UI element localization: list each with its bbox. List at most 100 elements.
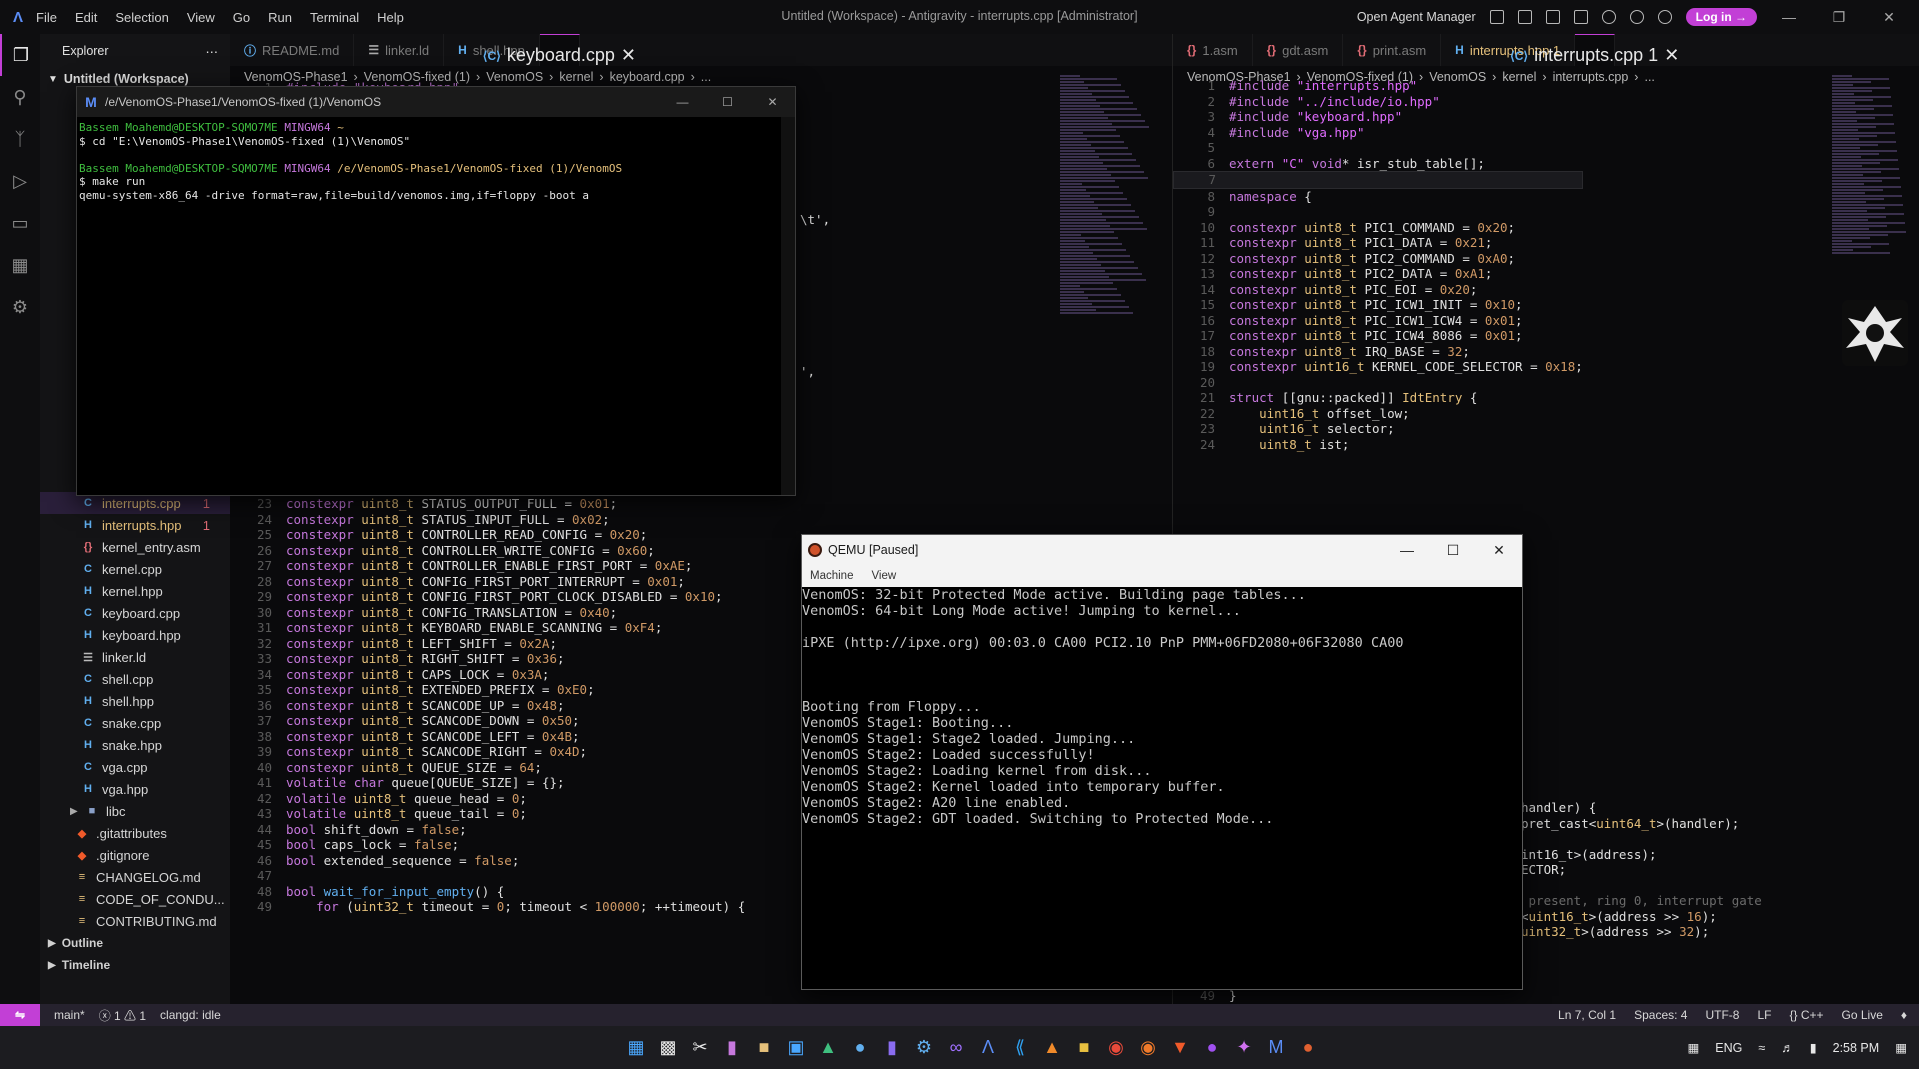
timeline-section[interactable]: ▶ Timeline <box>40 954 230 976</box>
search-view-icon[interactable]: ⚲ <box>0 76 40 118</box>
store-icon[interactable]: ▣ <box>780 1032 812 1064</box>
qemu-window[interactable]: QEMU [Paused] — ☐ ✕ Machine View VenomOS:… <box>801 534 1523 990</box>
more-actions-icon[interactable]: ⋯ <box>206 44 219 59</box>
file-item[interactable]: Hsnake.hpp <box>40 734 230 756</box>
indentation[interactable]: Spaces: 4 <box>1634 1008 1687 1022</box>
terminal-scrollbar[interactable] <box>781 117 795 495</box>
file-item[interactable]: ≡ CHANGELOG.md <box>40 866 230 888</box>
file-item[interactable]: Csnake.cpp <box>40 712 230 734</box>
file-item[interactable]: Ckernel.cpp <box>40 558 230 580</box>
close-icon[interactable]: ✕ <box>1664 45 1679 66</box>
qemu-icon[interactable]: ● <box>1292 1032 1324 1064</box>
editor-tab[interactable]: {} 1.asm <box>1173 34 1253 66</box>
menu-item-edit[interactable]: Edit <box>75 10 97 25</box>
minimize-icon[interactable]: — <box>660 95 705 109</box>
battery-icon[interactable]: ▮ <box>1810 1040 1817 1055</box>
file-item[interactable]: Hshell.hpp <box>40 690 230 712</box>
toggle-panel-icon[interactable] <box>1517 10 1532 24</box>
settings-gear-icon[interactable] <box>1629 10 1644 24</box>
widgets-icon[interactable]: ▩ <box>652 1032 684 1064</box>
search-icon[interactable] <box>1601 10 1616 24</box>
file-item[interactable]: ≡ CONTRIBUTING.md <box>40 910 230 932</box>
menu-item-terminal[interactable]: Terminal <box>310 10 359 25</box>
close-icon[interactable]: ✕ <box>621 45 636 66</box>
app-icon[interactable]: ⚙ <box>908 1032 940 1064</box>
editor-tab[interactable]: ⟨C⟩ interrupts.cpp 1 ✕ <box>1510 34 1679 66</box>
run-debug-icon[interactable]: ▷ <box>0 160 40 202</box>
file-item[interactable]: ◆ .gitattributes <box>40 822 230 844</box>
language-mode[interactable]: {} C++ <box>1789 1008 1823 1022</box>
close-icon[interactable]: ✕ <box>750 95 795 109</box>
antigravity-icon[interactable]: Λ <box>972 1032 1004 1064</box>
app-icon[interactable]: ■ <box>1068 1032 1100 1064</box>
firefox-icon[interactable]: ◉ <box>1132 1032 1164 1064</box>
clangd-status[interactable]: clangd: idle <box>160 1008 221 1022</box>
editor-tab[interactable]: ☰ linker.ld <box>354 34 445 66</box>
volume-icon[interactable]: ♬ <box>1781 1041 1794 1055</box>
editor-tab[interactable]: {} gdt.asm <box>1253 34 1344 66</box>
app-icon[interactable]: ✦ <box>1228 1032 1260 1064</box>
maximize-icon[interactable]: ☐ <box>705 95 750 109</box>
branch-status[interactable]: main* <box>54 1008 85 1022</box>
breadcrumb-item[interactable]: ... <box>701 70 711 84</box>
close-icon[interactable]: ✕ <box>1871 9 1907 26</box>
menu-item-file[interactable]: File <box>36 10 57 25</box>
outline-section[interactable]: ▶ Outline <box>40 932 230 954</box>
qemu-menu-view[interactable]: View <box>871 570 896 582</box>
file-item[interactable]: Hvga.hpp <box>40 778 230 800</box>
breadcrumb-item[interactable]: ... <box>1644 70 1654 84</box>
vscode-icon[interactable]: ⟪ <box>1004 1032 1036 1064</box>
app-icon[interactable]: ▲ <box>1036 1032 1068 1064</box>
toggle-secondary-sidebar-icon[interactable] <box>1545 10 1560 24</box>
file-explorer-icon[interactable]: ■ <box>748 1032 780 1064</box>
cursor-position[interactable]: Ln 7, Col 1 <box>1558 1008 1616 1022</box>
terminal-window[interactable]: M /e/VenomOS-Phase1/VenomOS-fixed (1)/Ve… <box>76 86 796 496</box>
mingw-icon[interactable]: M <box>1260 1032 1292 1064</box>
remote-indicator-icon[interactable]: ⇋ <box>0 1004 40 1026</box>
maximize-icon[interactable]: ☐ <box>1430 542 1476 559</box>
file-item[interactable]: Cvga.cpp <box>40 756 230 778</box>
notification-center-icon[interactable]: ▦ <box>1895 1040 1907 1055</box>
clock[interactable]: 2:58 PM <box>1833 1041 1880 1055</box>
start-icon[interactable]: ▦ <box>620 1032 652 1064</box>
menu-item-run[interactable]: Run <box>268 10 292 25</box>
visual-studio-icon[interactable]: ∞ <box>940 1032 972 1064</box>
qemu-screen[interactable]: VenomOS: 32-bit Protected Mode active. B… <box>802 587 1522 827</box>
file-item[interactable]: ≡ CODE_OF_CONDU... <box>40 888 230 910</box>
minimap[interactable] <box>1060 74 1160 384</box>
encoding[interactable]: UTF-8 <box>1705 1008 1739 1022</box>
account-icon[interactable] <box>1657 10 1672 24</box>
explorer-icon[interactable]: ❐ <box>0 34 40 76</box>
close-icon[interactable]: ✕ <box>1476 542 1522 559</box>
menu-item-go[interactable]: Go <box>233 10 250 25</box>
chrome-icon[interactable]: ◉ <box>1100 1032 1132 1064</box>
menu-item-selection[interactable]: Selection <box>115 10 168 25</box>
end-of-line[interactable]: LF <box>1757 1008 1771 1022</box>
problems-status[interactable]: ⓧ 1 ⚠ 1 <box>99 1007 146 1024</box>
breadcrumb-item[interactable]: keyboard.cpp <box>610 70 685 84</box>
wifi-icon[interactable]: ≈ <box>1758 1041 1765 1055</box>
app-icon[interactable]: ▮ <box>876 1032 908 1064</box>
breadcrumb-item[interactable]: VenomOS <box>486 70 543 84</box>
breadcrumb-item[interactable]: kernel <box>559 70 593 84</box>
minimize-icon[interactable]: — <box>1384 542 1430 559</box>
file-item[interactable]: Ckeyboard.cpp <box>40 602 230 624</box>
snipping-icon[interactable]: ✂ <box>684 1032 716 1064</box>
notifications-icon[interactable]: ♦ <box>1901 1008 1907 1022</box>
editor-tab[interactable]: {} print.asm <box>1343 34 1442 66</box>
terminal-output[interactable]: Bassem Moahemd@DESKTOP-SQMO7ME MINGW64 ~… <box>77 117 795 207</box>
qemu-menu-machine[interactable]: Machine <box>810 570 853 582</box>
brave-icon[interactable]: ▼ <box>1164 1032 1196 1064</box>
app-icon[interactable]: ● <box>1196 1032 1228 1064</box>
terminal-titlebar[interactable]: M /e/VenomOS-Phase1/VenomOS-fixed (1)/Ve… <box>77 87 795 117</box>
app-icon[interactable]: ▲ <box>812 1032 844 1064</box>
customize-layout-icon[interactable] <box>1573 10 1588 24</box>
language-indicator[interactable]: ENG <box>1715 1041 1742 1055</box>
right-code-body[interactable]: 1 #include "interrupts.hpp" 2 #include "../… <box>1173 78 1583 452</box>
qemu-titlebar[interactable]: QEMU [Paused] — ☐ ✕ <box>802 535 1522 565</box>
remote-explorer-icon[interactable]: ▭ <box>0 202 40 244</box>
go-live-button[interactable]: Go Live <box>1842 1008 1883 1022</box>
editor-tab[interactable]: ⓘ README.md <box>230 34 355 66</box>
file-item[interactable]: {} kernel_entry.asm <box>40 536 230 558</box>
file-item[interactable]: Hkeyboard.hpp <box>40 624 230 646</box>
